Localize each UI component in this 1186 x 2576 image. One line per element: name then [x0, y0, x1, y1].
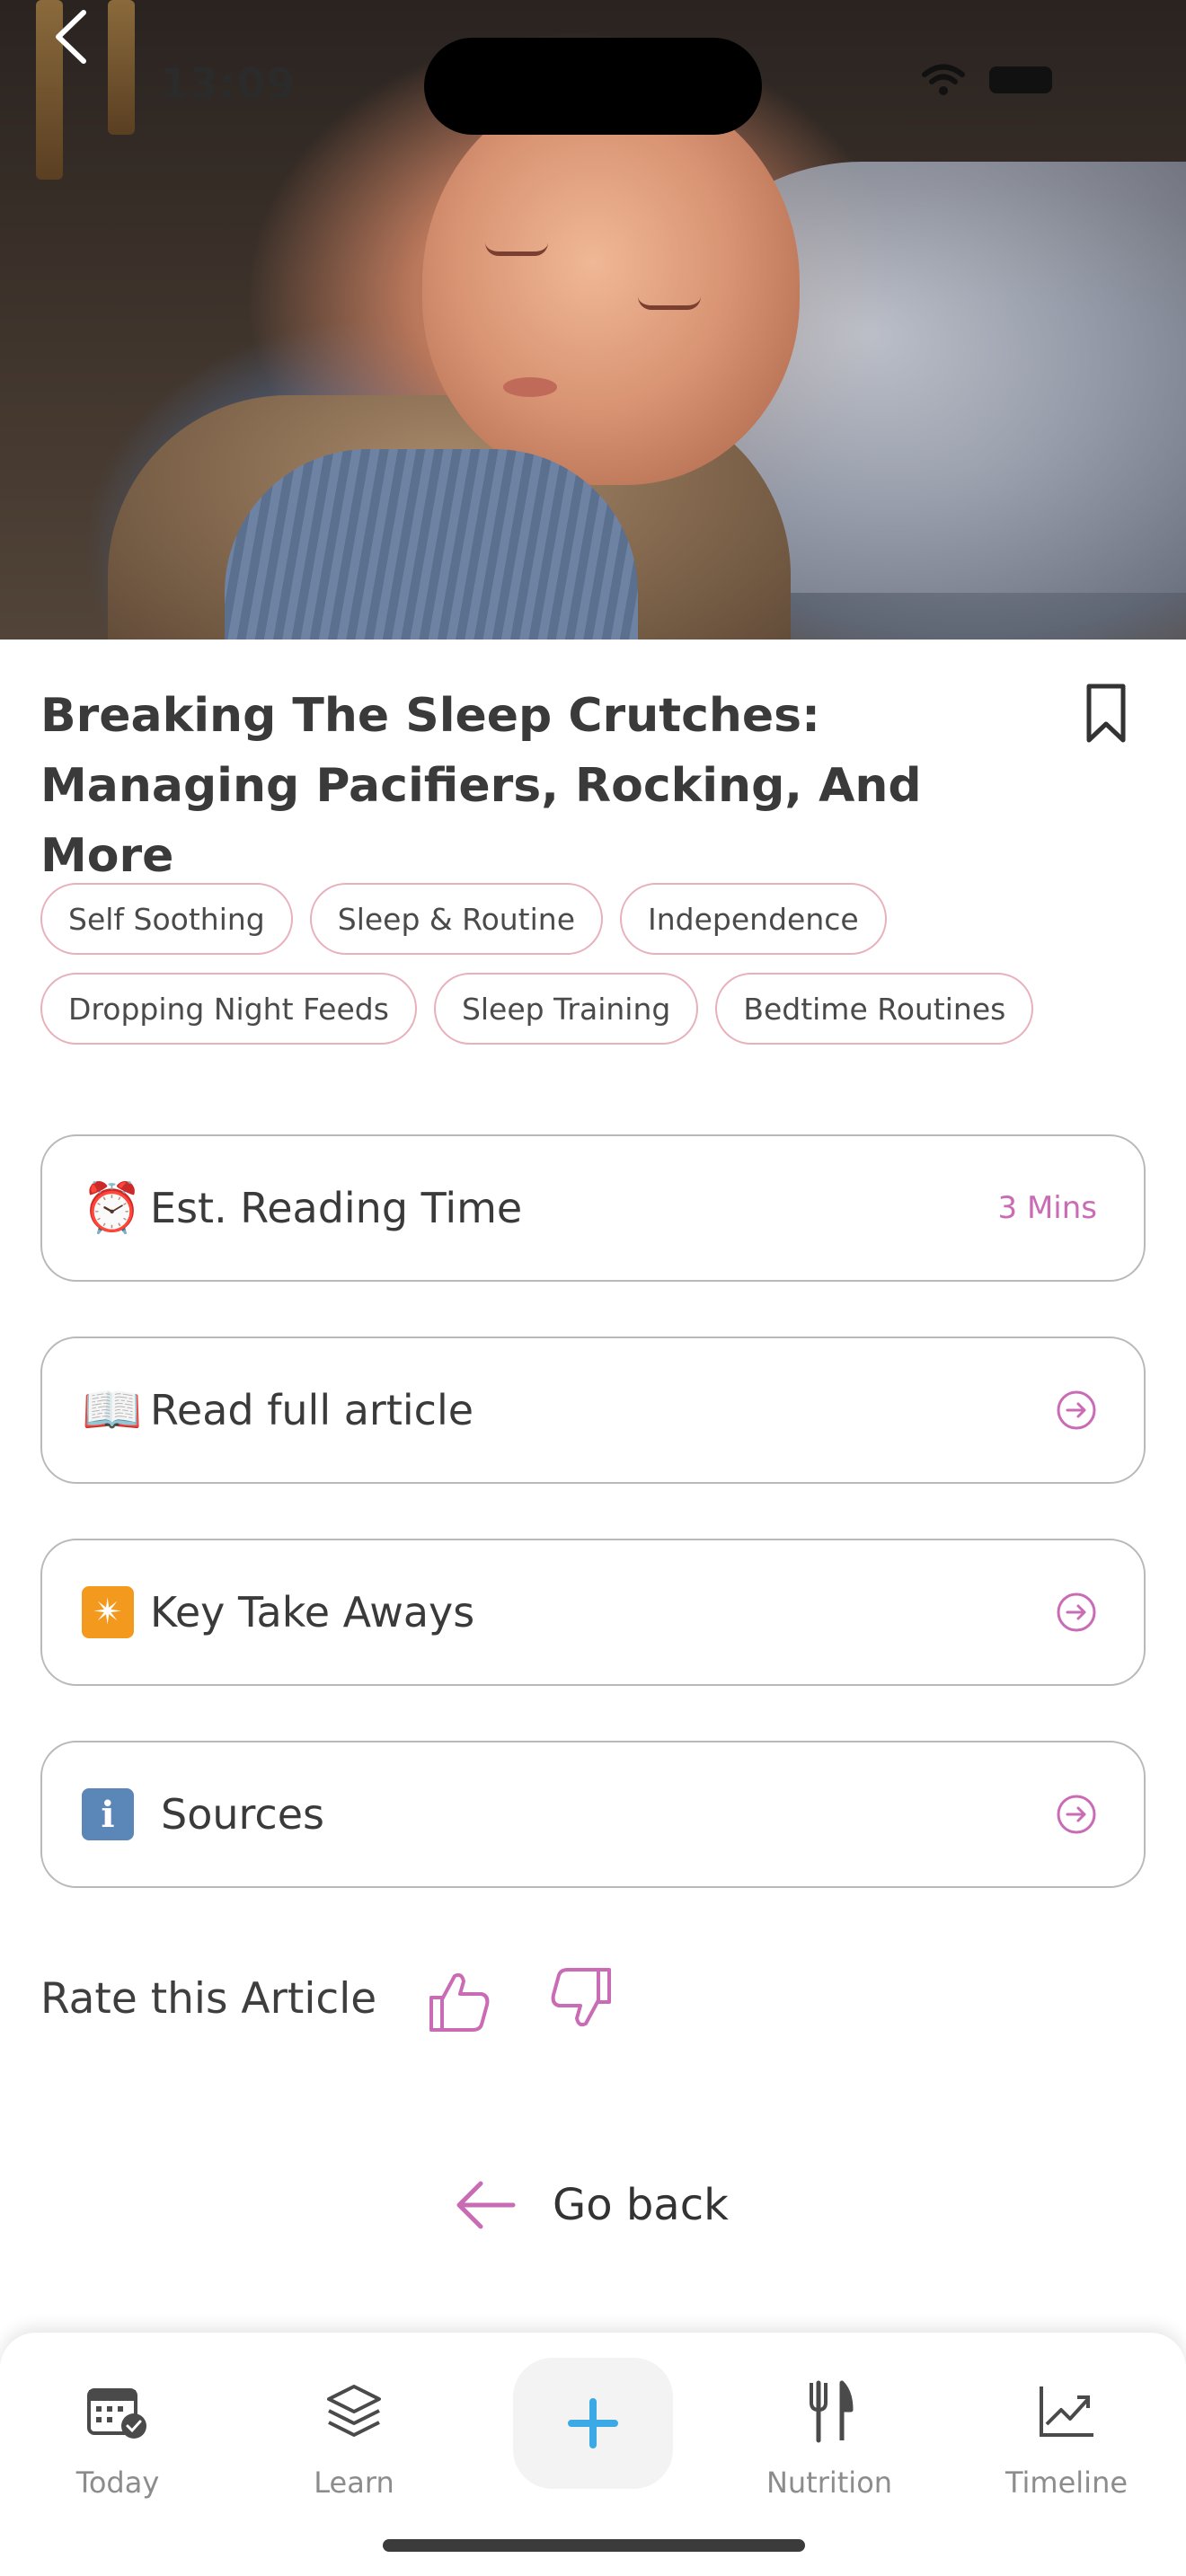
nav-label-learn: Learn — [314, 2466, 394, 2500]
go-back-label: Go back — [553, 2180, 729, 2230]
open-book-icon: 📖 — [82, 1381, 143, 1438]
nav-item-learn[interactable]: Learn — [264, 2376, 444, 2500]
status-time: 13:09 — [160, 59, 296, 108]
plus-icon — [568, 2398, 618, 2448]
blanket — [225, 449, 638, 640]
dynamic-island — [424, 38, 762, 135]
arrow-circle-right-icon — [1057, 1795, 1096, 1834]
tag-chip[interactable]: Sleep Training — [433, 973, 699, 1045]
rate-article-label: Rate this Article — [40, 1974, 377, 2024]
nav-label-timeline: Timeline — [1005, 2466, 1128, 2500]
arrow-circle-right-icon — [1057, 1592, 1096, 1632]
trend-chart-icon — [1036, 2376, 1097, 2448]
home-indicator — [383, 2539, 805, 2552]
baby-head — [422, 81, 800, 485]
nav-label-today: Today — [75, 2466, 160, 2500]
status-icons — [921, 63, 1052, 97]
tag-list: Self Soothing Sleep & Routine Independen… — [40, 883, 1155, 1045]
arrow-left-icon — [456, 2181, 516, 2229]
sources-label: Sources — [161, 1790, 324, 1839]
article-title: Breaking The Sleep Crutches: Managing Pa… — [40, 689, 922, 883]
calendar-check-icon — [85, 2376, 150, 2448]
back-button[interactable] — [40, 5, 102, 68]
thumbs-up-icon — [429, 1972, 490, 2032]
nav-item-today[interactable]: Today — [28, 2376, 208, 2500]
thumbs-up-button[interactable] — [424, 1965, 496, 2037]
info-glyph: i — [82, 1788, 134, 1840]
arrow-circle-right-icon — [1057, 1390, 1096, 1430]
reading-time-card: ⏰ Est. Reading Time 3 Mins — [40, 1134, 1146, 1282]
key-takeaways-label: Key Take Aways — [150, 1588, 475, 1636]
tag-chip[interactable]: Self Soothing — [40, 883, 293, 955]
thumbs-down-icon — [551, 1968, 611, 2027]
baby-eye — [485, 243, 548, 256]
read-full-article-label: Read full article — [150, 1386, 474, 1434]
baby-mouth — [503, 377, 557, 397]
thumbs-down-button[interactable] — [544, 1963, 616, 2034]
battery-icon — [989, 66, 1052, 93]
alarm-clock-icon: ⏰ — [82, 1179, 143, 1236]
tag-chip[interactable]: Bedtime Routines — [715, 973, 1034, 1045]
add-button[interactable] — [513, 2358, 673, 2489]
fork-knife-icon — [802, 2376, 856, 2448]
nav-label-nutrition: Nutrition — [766, 2466, 893, 2500]
layers-icon — [323, 2376, 385, 2448]
bookmark-button[interactable] — [1084, 683, 1137, 745]
go-back-button[interactable]: Go back — [454, 2165, 729, 2245]
bookmark-icon — [1086, 684, 1126, 743]
nav-item-timeline[interactable]: Timeline — [977, 2376, 1156, 2500]
crib-bar — [108, 0, 135, 135]
information-icon: i — [82, 1788, 141, 1840]
chevron-left-icon — [56, 10, 86, 64]
baby-eye — [638, 296, 701, 310]
read-full-article-button[interactable]: 📖 Read full article — [40, 1337, 1146, 1484]
nav-item-nutrition[interactable]: Nutrition — [739, 2376, 919, 2500]
reading-time-value: 3 Mins — [997, 1190, 1097, 1226]
tag-chip[interactable]: Independence — [620, 883, 887, 955]
tag-chip[interactable]: Dropping Night Feeds — [40, 973, 417, 1045]
tag-chip[interactable]: Sleep & Routine — [309, 883, 604, 955]
reading-time-label: Est. Reading Time — [150, 1184, 523, 1232]
article-hero-image: 13:09 — [0, 0, 1186, 640]
star-glyph: ✴ — [82, 1586, 134, 1638]
key-takeaways-button[interactable]: ✴ Key Take Aways — [40, 1539, 1146, 1686]
sources-button[interactable]: i Sources — [40, 1741, 1146, 1888]
wifi-icon — [922, 64, 965, 95]
eight-pointed-star-icon: ✴ — [82, 1586, 141, 1638]
